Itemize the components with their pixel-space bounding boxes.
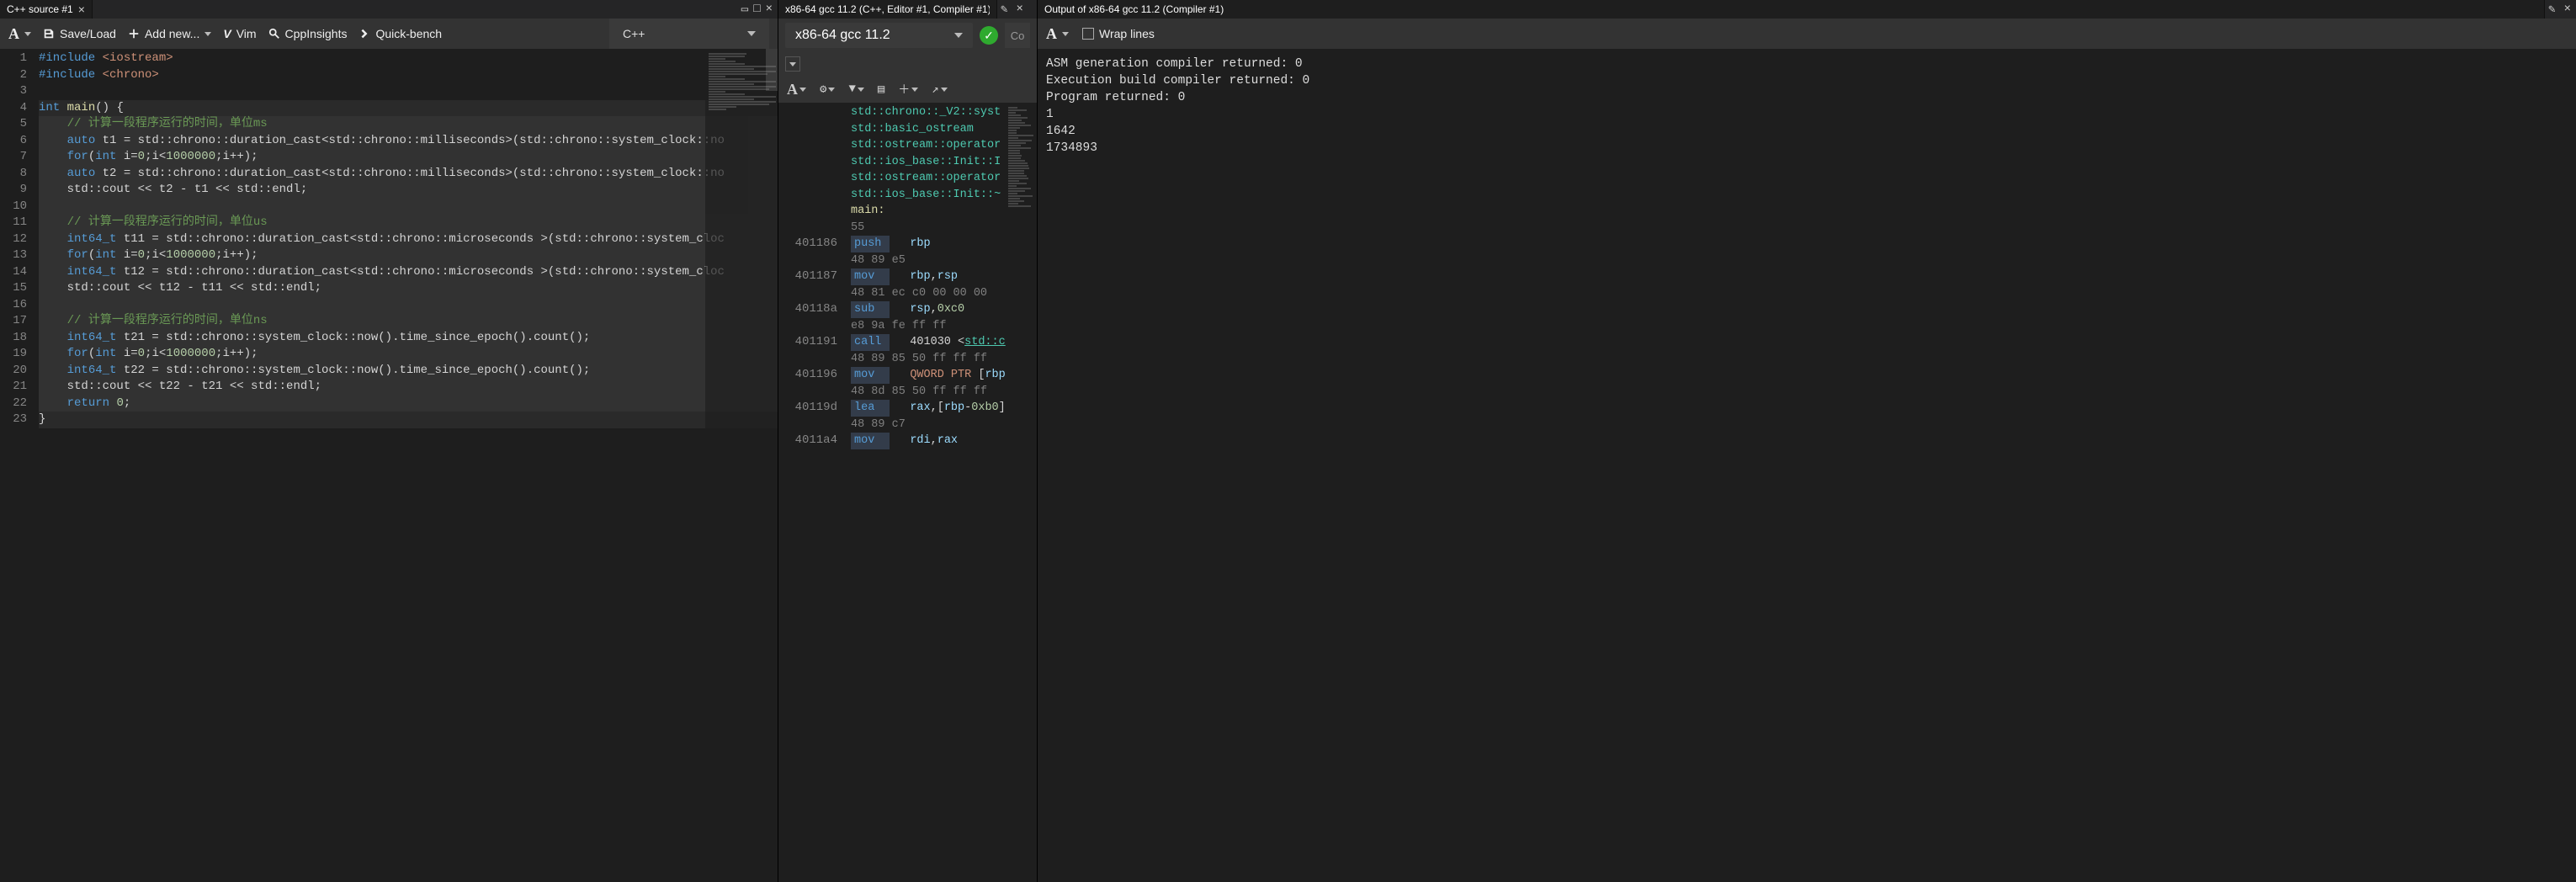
source-tab-bar: C++ source #1 × ▭ □ × [0, 0, 778, 19]
add-new-button[interactable]: Add new... [128, 27, 211, 40]
quickbench-label: Quick-bench [375, 27, 442, 40]
chevron-down-icon [828, 88, 835, 92]
chevron-down-icon [799, 88, 806, 92]
pencil-icon[interactable]: ✎ [2545, 3, 2558, 17]
language-value: C++ [623, 27, 645, 40]
minimap[interactable] [1006, 103, 1037, 882]
filter-icon: ▼ [848, 82, 855, 96]
close-icon[interactable]: × [78, 3, 85, 16]
window-icons: ▭ □ × [741, 3, 778, 17]
scrollbar-thumb[interactable] [766, 49, 778, 91]
output-tab[interactable]: Output of x86-64 gcc 11.2 (Compiler #1) [1038, 0, 2545, 19]
vim-button[interactable]: V Vim [223, 27, 256, 40]
asm-tab-bar: x86-64 gcc 11.2 (C++, Editor #1, Compile… [778, 0, 1037, 19]
quickbench-button[interactable]: Quick-bench [359, 27, 442, 40]
asm-editor[interactable]: 40118640118740118a40119140119640119d4011… [778, 103, 1037, 882]
window-restore-icon[interactable]: ▭ [741, 3, 748, 17]
filter-menu[interactable]: ▼ [848, 82, 863, 96]
output-tab-title: Output of x86-64 gcc 11.2 (Compiler #1) [1044, 3, 1224, 15]
font-icon: A [787, 81, 798, 98]
compiler-select[interactable]: x86-64 gcc 11.2 [785, 23, 973, 48]
source-tab-title: C++ source #1 [7, 3, 73, 15]
wrap-lines-toggle[interactable]: Wrap lines [1082, 27, 1155, 40]
insights-icon [268, 28, 280, 40]
close-icon[interactable]: × [766, 3, 773, 17]
font-icon: A [1046, 25, 1057, 43]
dropdown-toggle[interactable] [785, 56, 800, 72]
output-tab-bar: Output of x86-64 gcc 11.2 (Compiler #1) … [1038, 0, 2576, 19]
source-toolbar: A Save/Load Add new... V Vim CppInsights… [0, 19, 778, 49]
asm-subrow [778, 52, 1037, 76]
font-icon: A [8, 25, 19, 43]
vim-icon: V [223, 27, 231, 40]
output-toolbar: A Wrap lines [1038, 19, 2576, 49]
chevron-down-icon [204, 32, 211, 36]
chevron-down-icon [24, 32, 31, 36]
cppinsights-button[interactable]: CppInsights [268, 27, 348, 40]
close-icon[interactable]: × [1011, 3, 1028, 16]
font-menu[interactable]: A [787, 81, 806, 98]
source-tab[interactable]: C++ source #1 × [0, 0, 93, 19]
cppinsights-label: CppInsights [285, 27, 348, 40]
add-new-label: Add new... [145, 27, 199, 40]
line-gutter: 1234567891011121314151617181920212223 [0, 49, 39, 882]
output-body: ASM generation compiler returned: 0 Exec… [1038, 49, 2576, 882]
chevron-down-icon [941, 88, 948, 92]
asm-tab[interactable]: x86-64 gcc 11.2 (C++, Editor #1, Compile… [778, 0, 997, 19]
wrap-lines-label: Wrap lines [1099, 27, 1155, 40]
window-maximize-icon[interactable]: □ [753, 3, 760, 17]
source-pane: C++ source #1 × ▭ □ × A Save/Load Add ne… [0, 0, 778, 882]
compile-status-ok: ✓ [980, 26, 998, 45]
checkbox-icon [1082, 28, 1094, 40]
vim-label: Vim [236, 27, 257, 40]
libraries-button[interactable]: ▤ [878, 82, 884, 97]
chevron-down-icon [789, 62, 796, 66]
bench-icon [359, 28, 370, 40]
wrench-icon: ↗ [932, 82, 938, 97]
source-editor[interactable]: 1234567891011121314151617181920212223 #i… [0, 49, 778, 882]
tools-menu[interactable]: ↗ [932, 82, 947, 97]
close-icon[interactable]: × [2559, 3, 2576, 16]
chevron-down-icon [911, 88, 918, 92]
save-icon [43, 28, 55, 40]
chevron-down-icon [1062, 32, 1069, 36]
minimap[interactable] [705, 49, 778, 882]
plus-icon: ＋ [898, 81, 910, 98]
plus-icon [128, 28, 140, 40]
save-load-button[interactable]: Save/Load [43, 27, 116, 40]
settings-menu[interactable]: ⚙ [820, 82, 835, 97]
compiler-value: x86-64 gcc 11.2 [795, 28, 890, 43]
chevron-down-icon [747, 31, 756, 36]
output-pane: Output of x86-64 gcc 11.2 (Compiler #1) … [1037, 0, 2576, 882]
source-code[interactable]: #include <iostream>#include <chrono>int … [39, 49, 778, 882]
asm-address-gutter: 40118640118740118a40119140119640119d4011… [778, 103, 846, 449]
compiler-options-input[interactable]: Co [1005, 23, 1030, 48]
book-icon: ▤ [878, 82, 884, 97]
language-select[interactable]: C++ [609, 19, 769, 49]
pencil-icon[interactable]: ✎ [997, 3, 1011, 17]
asm-compiler-row: x86-64 gcc 11.2 ✓ Co [778, 19, 1037, 52]
font-menu[interactable]: A [8, 25, 31, 43]
assembly-pane: x86-64 gcc 11.2 (C++, Editor #1, Compile… [778, 0, 1037, 882]
asm-toolbar: A ⚙ ▼ ▤ ＋ ↗ [778, 76, 1037, 103]
gear-icon: ⚙ [820, 82, 826, 97]
chevron-down-icon [954, 33, 963, 38]
asm-tab-title: x86-64 gcc 11.2 (C++, Editor #1, Compile… [785, 3, 990, 15]
font-menu[interactable]: A [1046, 25, 1069, 43]
chevron-down-icon [858, 88, 864, 92]
save-load-label: Save/Load [60, 27, 116, 40]
add-menu[interactable]: ＋ [898, 81, 918, 98]
